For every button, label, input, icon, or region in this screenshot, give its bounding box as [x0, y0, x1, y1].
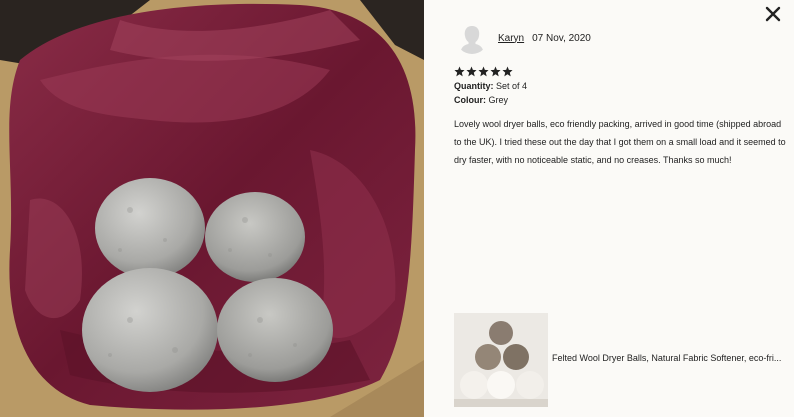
reviewer-name-link[interactable]: Karyn [498, 33, 524, 44]
colour-label: Colour: [454, 95, 486, 105]
product-title-link[interactable]: Felted Wool Dryer Balls, Natural Fabric … [552, 353, 792, 363]
review-photo-image [0, 0, 424, 417]
close-button[interactable] [762, 3, 784, 25]
star-icon [490, 66, 501, 77]
reviewer-info: Karyn 07 Nov, 2020 [456, 22, 591, 54]
quantity-row: Quantity: Set of 4 [454, 81, 527, 91]
star-icon [502, 66, 513, 77]
avatar[interactable] [456, 22, 488, 54]
star-icon [454, 66, 465, 77]
quantity-label: Quantity: [454, 81, 494, 91]
colour-value: Grey [488, 95, 509, 105]
quantity-value: Set of 4 [496, 81, 528, 91]
star-icon [466, 66, 477, 77]
close-icon [765, 6, 781, 22]
product-thumbnail[interactable] [454, 313, 548, 407]
review-photo[interactable] [0, 0, 424, 417]
star-icon [478, 66, 489, 77]
star-rating [454, 66, 513, 77]
user-silhouette-icon [460, 26, 484, 54]
product-thumbnail-image [454, 313, 548, 407]
review-panel: Karyn 07 Nov, 2020 Quantity: Set of 4 Co… [424, 0, 794, 417]
colour-row: Colour: Grey [454, 95, 508, 105]
review-text: Lovely wool dryer balls, eco friendly pa… [454, 119, 786, 165]
review-date: 07 Nov, 2020 [532, 32, 591, 44]
